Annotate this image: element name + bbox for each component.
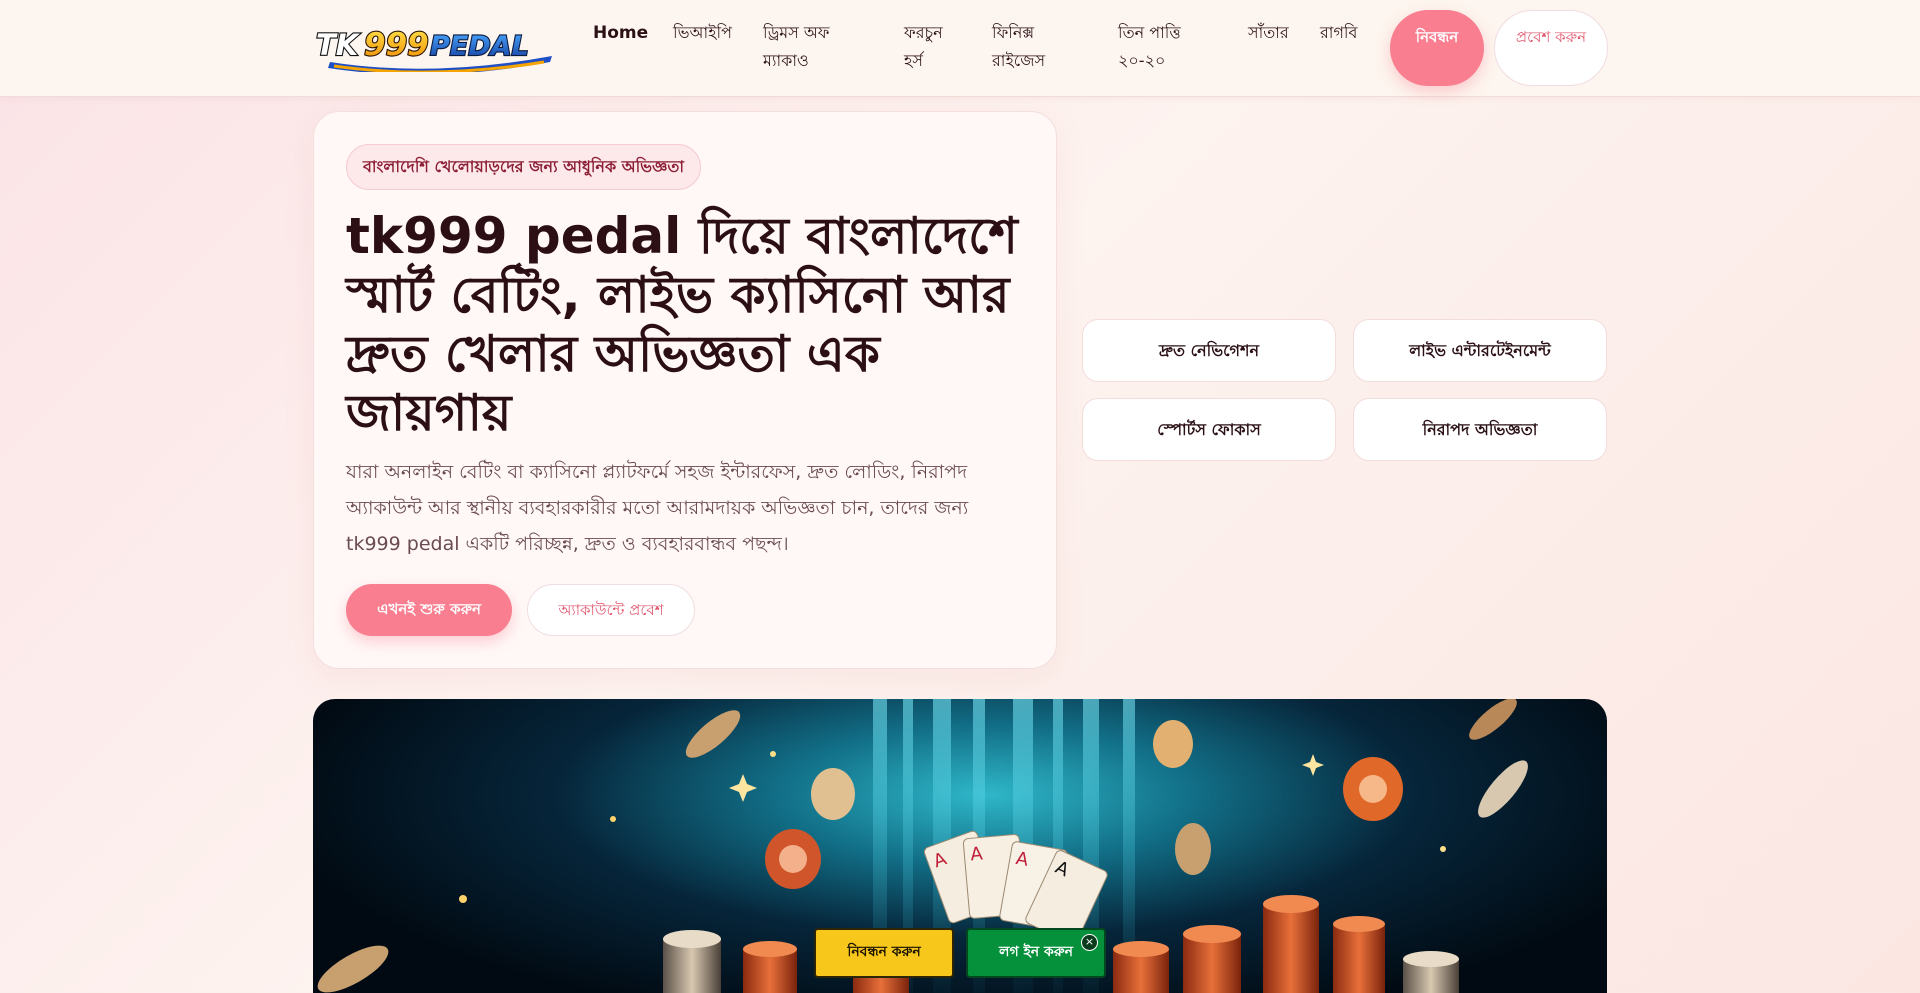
- nav-swimming[interactable]: সাঁতার: [1248, 19, 1289, 47]
- feature-fast-navigation: দ্রুত নেভিগেশন: [1082, 319, 1336, 382]
- hero-title: tk999 pedal দিয়ে বাংলাদেশে স্মার্ট বেটি…: [346, 207, 1018, 442]
- nav-dreams-of-macau[interactable]: ড্রিমস অফ ম্যাকাও: [763, 19, 863, 75]
- svg-text:TK: TK: [316, 28, 361, 62]
- header-register-button[interactable]: নিবন্ধন: [1390, 10, 1484, 86]
- hero-card: বাংলাদেশি খেলোয়াড়দের জন্য আধুনিক অভিজ্…: [313, 111, 1057, 669]
- close-icon[interactable]: ×: [1081, 934, 1098, 951]
- casino-illustration: A A A A: [317, 699, 1528, 993]
- feature-sports-focus: স্পোর্টস ফোকাস: [1082, 398, 1336, 461]
- site-logo[interactable]: TK 999 PEDAL: [312, 22, 562, 72]
- casino-banner-image: A A A A: [313, 699, 1607, 993]
- nav-home[interactable]: Home: [593, 19, 648, 47]
- nav-rugby[interactable]: রাগবি: [1320, 19, 1357, 47]
- sticky-register-button[interactable]: নিবন্ধন করুন: [814, 928, 954, 978]
- nav-phoenix-rises[interactable]: ফিনিক্স রাইজেস: [992, 19, 1062, 75]
- feature-safe-experience: নিরাপদ অভিজ্ঞতা: [1353, 398, 1607, 461]
- hero-badge: বাংলাদেশি খেলোয়াড়দের জন্য আধুনিক অভিজ্…: [346, 144, 702, 190]
- site-header: TK 999 PEDAL Home ভিআইপি ড্রিমস অফ ম্যাক…: [0, 0, 1920, 97]
- nav-teen-patti[interactable]: তিন পাত্তি ২০-২০: [1118, 19, 1200, 75]
- svg-text:A: A: [970, 843, 985, 865]
- nav-fortune-horse[interactable]: ফরচুন হর্স: [904, 19, 964, 75]
- account-login-button[interactable]: অ্যাকাউন্টে প্রবেশ: [527, 584, 695, 636]
- start-now-button[interactable]: এখনই শুরু করুন: [346, 584, 512, 636]
- nav-vip[interactable]: ভিআইপি: [673, 19, 732, 47]
- feature-live-entertainment: লাইভ এন্টারটেইনমেন্ট: [1353, 319, 1607, 382]
- header-login-button[interactable]: প্রবেশ করুন: [1494, 10, 1608, 86]
- svg-text:PEDAL: PEDAL: [430, 31, 529, 62]
- hero-description: যারা অনলাইন বেটিং বা ক্যাসিনো প্ল্যাটফর্…: [346, 461, 969, 555]
- svg-text:999: 999: [364, 27, 429, 63]
